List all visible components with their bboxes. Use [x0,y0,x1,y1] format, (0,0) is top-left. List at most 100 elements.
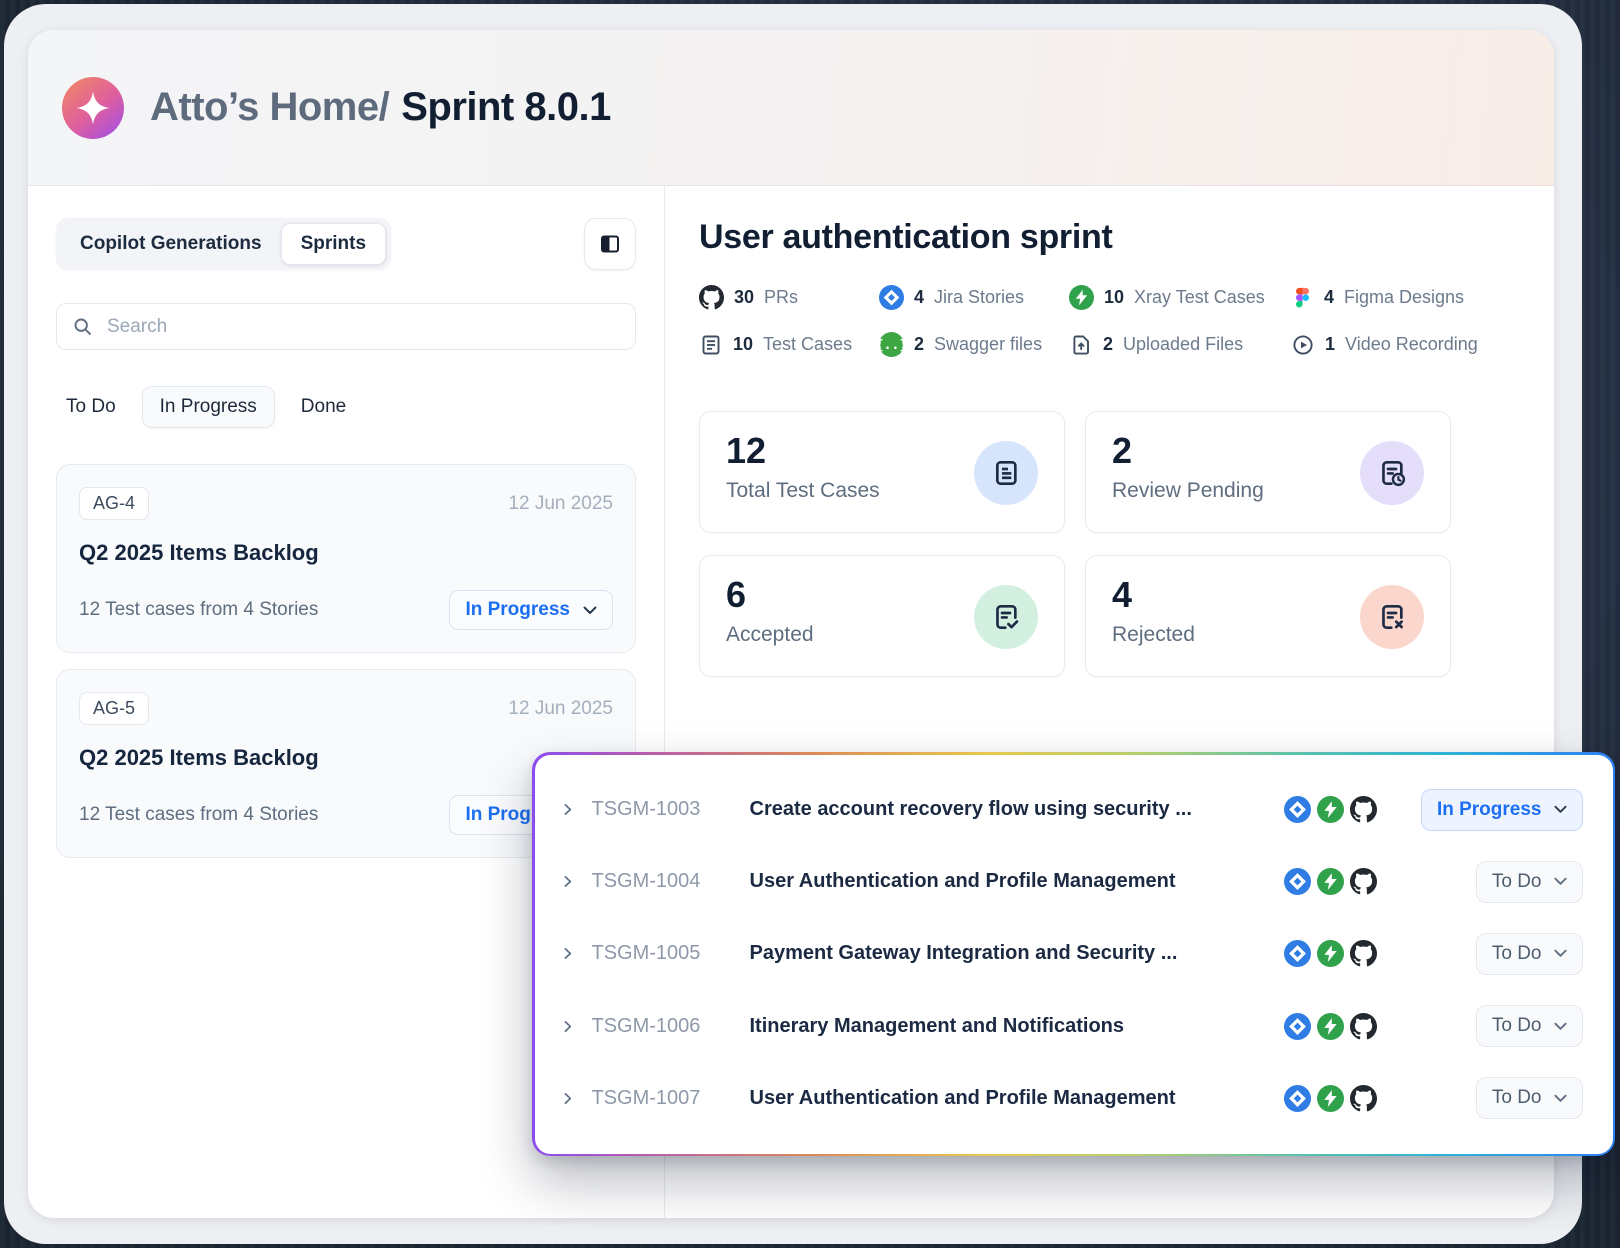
card-status-label: In Progress [465,599,570,621]
summary-card-total: 12 Total Test Cases [699,411,1065,533]
app-name: Atto’s Home/ [150,85,389,130]
stat-label: Figma Designs [1344,287,1464,308]
doc-check-icon [974,585,1038,649]
status-label: To Do [1492,871,1542,893]
expand-row-button[interactable] [559,873,576,890]
github-icon [1350,796,1377,823]
github-icon [1350,868,1377,895]
expand-row-button[interactable] [559,1018,576,1035]
stat-count: 30 [734,287,754,308]
card-summary: 12 Test cases from 4 Stories [79,599,318,621]
chevron-right-icon [559,1018,576,1035]
breadcrumb: Atto’s Home/ Sprint 8.0.1 [150,85,611,130]
segment-sprints[interactable]: Sprints [281,223,386,265]
stat-video-recording: 1 Video Recording [1291,332,1554,357]
stat-jira-stories: 4 Jira Stories [879,285,1069,310]
xray-icon [1317,940,1344,967]
status-label: To Do [1492,1087,1542,1109]
atto-logo [62,77,124,139]
tab-in-progress[interactable]: In Progress [142,386,275,428]
svg-text:{..}: {..} [879,338,904,353]
doc-clock-icon [1360,441,1424,505]
chevron-down-icon [1554,1022,1567,1031]
test-case-row: TSGM-1004 User Authentication and Profil… [559,861,1583,903]
xray-icon [1317,1013,1344,1040]
xray-icon [1317,796,1344,823]
stat-count: 1 [1325,334,1335,355]
card-id-badge: AG-4 [79,487,149,520]
collapse-sidebar-button[interactable] [584,218,636,270]
status-dropdown[interactable]: To Do [1476,1005,1583,1047]
status-dropdown[interactable]: To Do [1476,1077,1583,1119]
doc-x-icon [1360,585,1424,649]
stat-label: Xray Test Cases [1134,287,1265,308]
test-case-row: TSGM-1006 Itinerary Management and Notif… [559,1005,1583,1047]
status-dropdown[interactable]: To Do [1476,861,1583,903]
test-case-id: TSGM-1003 [592,798,742,821]
jira-icon [1284,1085,1311,1112]
panel-layout-icon [598,232,622,256]
test-case-id: TSGM-1006 [592,1015,742,1038]
source-icons [1284,868,1377,895]
test-case-title: Itinerary Management and Notifications [742,1015,1284,1038]
test-case-title: User Authentication and Profile Manageme… [742,1087,1284,1110]
stat-count: 4 [1324,287,1334,308]
card-summary: 12 Test cases from 4 Stories [79,804,318,826]
stat-count: 10 [733,334,753,355]
video-icon [1291,333,1315,357]
chevron-down-icon [1554,877,1567,886]
xray-icon [1317,868,1344,895]
tab-done[interactable]: Done [291,387,356,427]
expand-row-button[interactable] [559,945,576,962]
sprint-title: User authentication sprint [699,218,1554,257]
chevron-right-icon [559,873,576,890]
status-label: In Progress [1437,799,1542,821]
expand-row-button[interactable] [559,801,576,818]
test-case-title: User Authentication and Profile Manageme… [742,870,1284,893]
stat-label: Swagger files [934,334,1042,355]
jira-icon [1284,796,1311,823]
stat-count: 2 [914,334,924,355]
stat-count: 4 [914,287,924,308]
stat-count: 10 [1104,287,1124,308]
view-segmented-control: Copilot Generations Sprints [56,218,391,270]
source-icons [1284,1013,1377,1040]
stat-label: Jira Stories [934,287,1024,308]
jira-icon [1284,940,1311,967]
status-dropdown[interactable]: In Progress [1421,789,1583,831]
status-dropdown[interactable]: To Do [1476,933,1583,975]
card-id-badge: AG-5 [79,692,149,725]
xray-icon [1069,285,1094,310]
jira-icon [1284,1013,1311,1040]
jira-icon [879,285,904,310]
search-input[interactable] [105,315,620,339]
search-box [56,303,636,350]
expand-row-button[interactable] [559,1090,576,1107]
test-case-title: Payment Gateway Integration and Security… [742,942,1284,965]
window-header: Atto’s Home/ Sprint 8.0.1 [28,30,1554,186]
stat-swagger-files: {..} 2 Swagger files [879,332,1069,357]
source-icons [1284,1085,1377,1112]
github-icon [1350,1013,1377,1040]
card-status-dropdown[interactable]: In Progress [449,590,613,630]
test-case-row: TSGM-1007 User Authentication and Profil… [559,1077,1583,1119]
card-date: 12 Jun 2025 [508,493,613,515]
page-title: Sprint 8.0.1 [401,85,611,130]
summary-cards: 12 Total Test Cases 2 [699,411,1554,677]
summary-card-review-pending: 2 Review Pending [1085,411,1451,533]
status-filter-tabs: To Do In Progress Done [56,386,636,428]
segment-copilot-generations[interactable]: Copilot Generations [61,224,281,264]
stat-count: 2 [1103,334,1113,355]
test-case-list-overlay: TSGM-1003 Create account recovery flow u… [532,752,1615,1156]
stat-figma-designs: 4 Figma Designs [1291,285,1554,310]
tab-to-do[interactable]: To Do [56,387,126,427]
stat-prs: 30 PRs [699,285,879,310]
generation-card[interactable]: AG-4 12 Jun 2025 Q2 2025 Items Backlog 1… [56,464,636,653]
swagger-icon: {..} [879,332,904,357]
source-icons [1284,940,1377,967]
uploaded-files-icon [1069,333,1093,357]
search-icon [72,316,93,337]
summary-card-accepted: 6 Accepted [699,555,1065,677]
chevron-right-icon [559,945,576,962]
stat-label: PRs [764,287,798,308]
